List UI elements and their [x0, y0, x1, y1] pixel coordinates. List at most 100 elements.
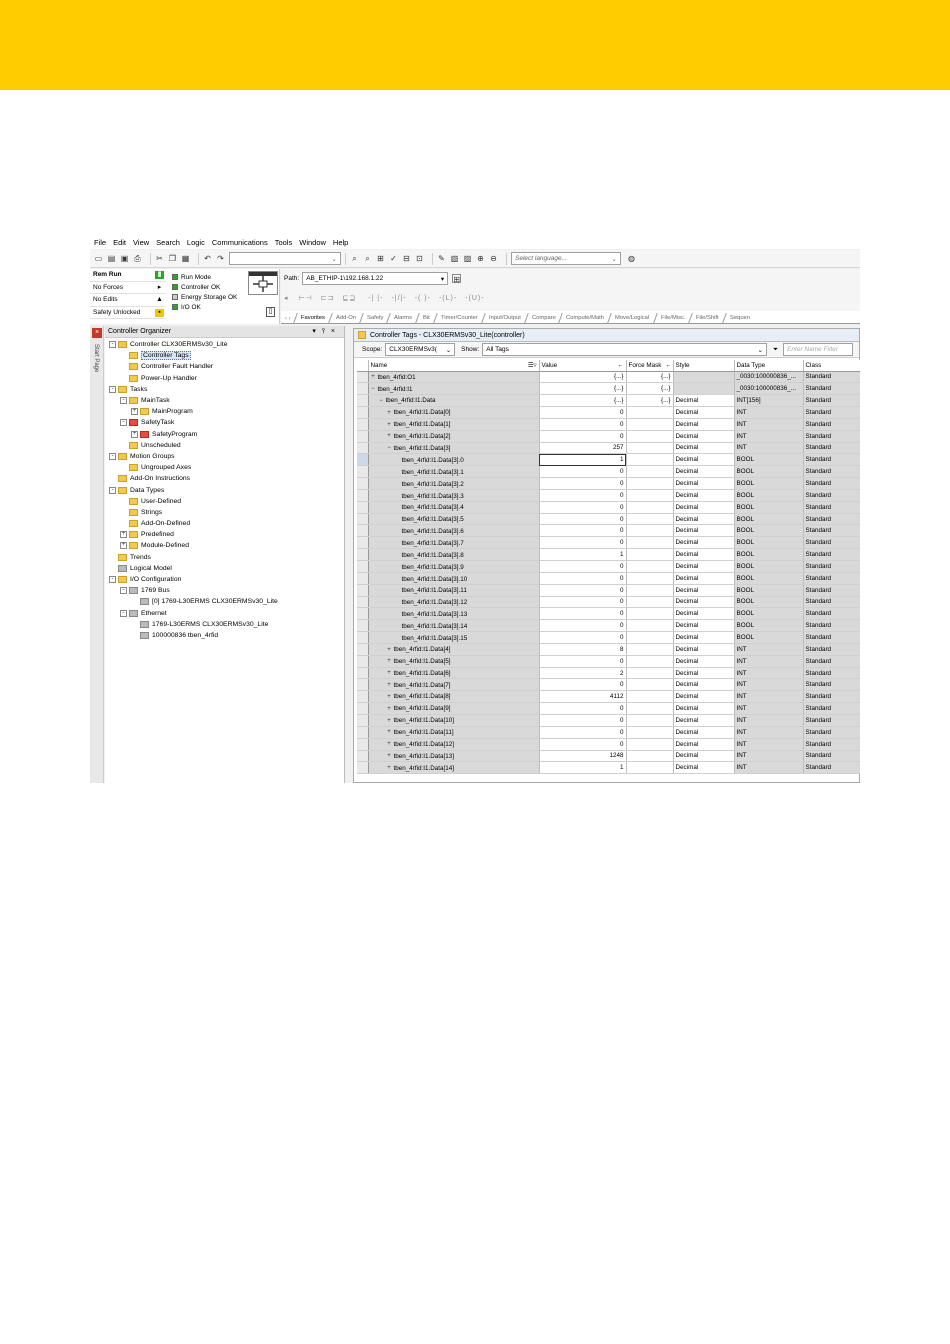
expand-icon[interactable]: + — [120, 531, 127, 539]
browse-logic-icon[interactable]: ⊟ — [402, 254, 411, 263]
tag-name-cell[interactable]: − tben_4rfid:I1 — [368, 382, 540, 396]
expand-icon[interactable]: + — [387, 694, 392, 700]
force-mask-cell[interactable] — [626, 702, 674, 715]
menu-item-window[interactable]: Window — [299, 238, 326, 247]
style-cell[interactable]: Decimal — [673, 442, 735, 455]
expand-icon[interactable]: + — [387, 670, 392, 676]
tag-name-cell[interactable]: tben_4rfid:I1.Data[3].4 — [368, 501, 540, 514]
row-selector[interactable] — [357, 738, 369, 751]
path-select[interactable]: AB_ETHIP-1\192.168.1.22 ▾ — [302, 272, 449, 285]
force-mask-cell[interactable] — [626, 761, 674, 775]
tree-node[interactable]: + Predefined — [105, 529, 344, 540]
copy-icon[interactable]: ❐ — [168, 254, 177, 263]
paste-icon[interactable]: ▦ — [181, 254, 190, 263]
close-icon[interactable]: × — [92, 328, 102, 338]
tree-node[interactable]: 1769-L30ERMS CLX30ERMSv30_Lite — [105, 619, 344, 630]
tag-name-cell[interactable]: + tben_4rfid:I1.Data[5] — [368, 655, 540, 668]
tag-name-cell[interactable]: + tben_4rfid:I1.Data[0] — [368, 406, 540, 419]
open-folder-icon[interactable]: ▤ — [107, 254, 116, 263]
tag-value-cell[interactable]: 8 — [539, 643, 627, 656]
row-selector[interactable] — [357, 655, 369, 668]
table-row[interactable]: + tben_4rfid:I1.Data[6] 2 Decimal INT Standar… — [357, 667, 860, 680]
tag-name-cell[interactable]: + tben_4rfid:I1.Data[11] — [368, 726, 540, 739]
row-selector[interactable] — [357, 477, 369, 490]
force-mask-cell[interactable] — [626, 501, 674, 514]
style-cell[interactable]: Decimal — [673, 726, 735, 739]
tree-node[interactable]: - MainTask — [105, 395, 344, 406]
collapse-icon[interactable]: - — [109, 341, 116, 349]
row-selector[interactable] — [357, 596, 369, 609]
name-filter-input[interactable]: Enter Name Filter — [783, 343, 853, 356]
expand-icon[interactable]: + — [387, 658, 392, 664]
style-cell[interactable]: Decimal — [673, 655, 735, 668]
table-row[interactable]: − tben_4rfid:I1 {...} {...} _0030:100000836_… — [357, 382, 860, 396]
tag-value-cell[interactable]: 0 — [539, 489, 627, 502]
force-mask-cell[interactable] — [626, 560, 674, 573]
style-cell[interactable]: Decimal — [673, 678, 735, 692]
row-selector[interactable] — [357, 750, 369, 763]
row-selector[interactable] — [357, 453, 369, 467]
force-mask-cell[interactable] — [626, 572, 674, 585]
tag-value-cell[interactable]: 0 — [539, 430, 627, 443]
tree-node[interactable]: Add-On-Defined — [105, 518, 344, 529]
edit-icon[interactable]: ✎ — [437, 254, 446, 263]
tree-node[interactable]: Unscheduled — [105, 440, 344, 451]
row-selector[interactable] — [357, 690, 369, 704]
tree-node[interactable]: - Controller CLX30ERMSv30_Lite — [105, 339, 344, 350]
tag-value-cell[interactable]: 0 — [539, 702, 627, 715]
force-mask-cell[interactable] — [626, 655, 674, 668]
style-cell[interactable]: Decimal — [673, 643, 735, 656]
style-cell[interactable]: Decimal — [673, 501, 735, 514]
force-mask-cell[interactable] — [626, 489, 674, 502]
row-selector[interactable] — [357, 501, 369, 514]
force-mask-cell[interactable] — [626, 548, 674, 561]
row-selector[interactable] — [357, 536, 369, 550]
instruction-tab-file-misc-[interactable]: File/Misc. — [652, 313, 692, 323]
table-row[interactable]: tben_4rfid:I1.Data[3].7 0 Decimal BOOL Stand… — [357, 536, 860, 550]
expand-icon[interactable]: + — [387, 718, 392, 724]
expand-icon[interactable]: + — [387, 753, 392, 759]
force-mask-cell[interactable] — [626, 690, 674, 704]
table-row[interactable]: + tben_4rfid:I1.Data[8] 4112 Decimal INT Stan… — [357, 690, 860, 704]
tree-node[interactable]: + SafetyProgram — [105, 429, 344, 440]
tag-value-cell[interactable]: 0 — [539, 560, 627, 573]
tag-name-cell[interactable]: tben_4rfid:I1.Data[3].14 — [368, 619, 540, 633]
column-header-name[interactable]: Name ☰▿ — [368, 360, 540, 372]
expand-icon[interactable]: + — [120, 542, 127, 550]
expand-icon[interactable]: + — [387, 422, 392, 428]
table-row[interactable]: + tben_4rfid:O1 {...} {...} _0030:100000836_… — [357, 371, 860, 384]
instruction-tab-alarms[interactable]: Alarms — [386, 313, 419, 323]
force-mask-cell[interactable] — [626, 750, 674, 763]
menu-item-view[interactable]: View — [133, 238, 149, 247]
table-row[interactable]: + tben_4rfid:I1.Data[0] 0 Decimal INT Standar… — [357, 406, 860, 419]
tag-value-cell[interactable]: 0 — [539, 726, 627, 739]
table-row[interactable]: + tben_4rfid:I1.Data[13] 1248 Decimal INT Sta… — [357, 750, 860, 763]
table-row[interactable]: tben_4rfid:I1.Data[3].2 0 Decimal BOOL Stand… — [357, 477, 860, 490]
tag-value-cell[interactable]: 0 — [539, 596, 627, 609]
tag-name-cell[interactable]: tben_4rfid:I1.Data[3].2 — [368, 477, 540, 490]
tree-node[interactable]: Power-Up Handler — [105, 373, 344, 384]
expand-icon[interactable]: + — [387, 410, 392, 416]
find-icon[interactable]: ⌕ — [350, 254, 359, 263]
instruction-tab-file-shift[interactable]: File/Shift — [688, 313, 726, 323]
instruction-tab-compare[interactable]: Compare — [523, 313, 563, 323]
tag-name-cell[interactable]: + tben_4rfid:O1 — [368, 371, 540, 384]
style-cell[interactable]: Decimal — [673, 477, 735, 490]
style-cell[interactable]: Decimal — [673, 761, 735, 775]
table-row[interactable]: + tben_4rfid:I1.Data[4] 8 Decimal INT Standar… — [357, 643, 860, 656]
row-selector[interactable] — [357, 442, 369, 455]
row-selector[interactable] — [357, 371, 369, 384]
instruction-tab-input-output[interactable]: Input/Output — [480, 313, 528, 323]
cross-reference-icon[interactable]: ⊞ — [376, 254, 385, 263]
dropdown-icon[interactable]: ▾ — [312, 328, 322, 335]
tree-node[interactable]: - I/O Configuration — [105, 574, 344, 585]
table-row[interactable]: + tben_4rfid:I1.Data[7] 0 Decimal INT Standar… — [357, 678, 860, 692]
row-selector[interactable] — [357, 382, 369, 396]
force-mask-cell[interactable] — [626, 607, 674, 621]
tag-value-cell[interactable]: 0 — [539, 536, 627, 550]
tree-node[interactable]: Trends — [105, 552, 344, 563]
tag-name-cell[interactable]: tben_4rfid:I1.Data[3].10 — [368, 572, 540, 585]
menu-item-tools[interactable]: Tools — [275, 238, 293, 247]
tag-value-cell[interactable]: 0 — [539, 584, 627, 597]
ote-icon[interactable]: -( )- — [415, 295, 431, 302]
